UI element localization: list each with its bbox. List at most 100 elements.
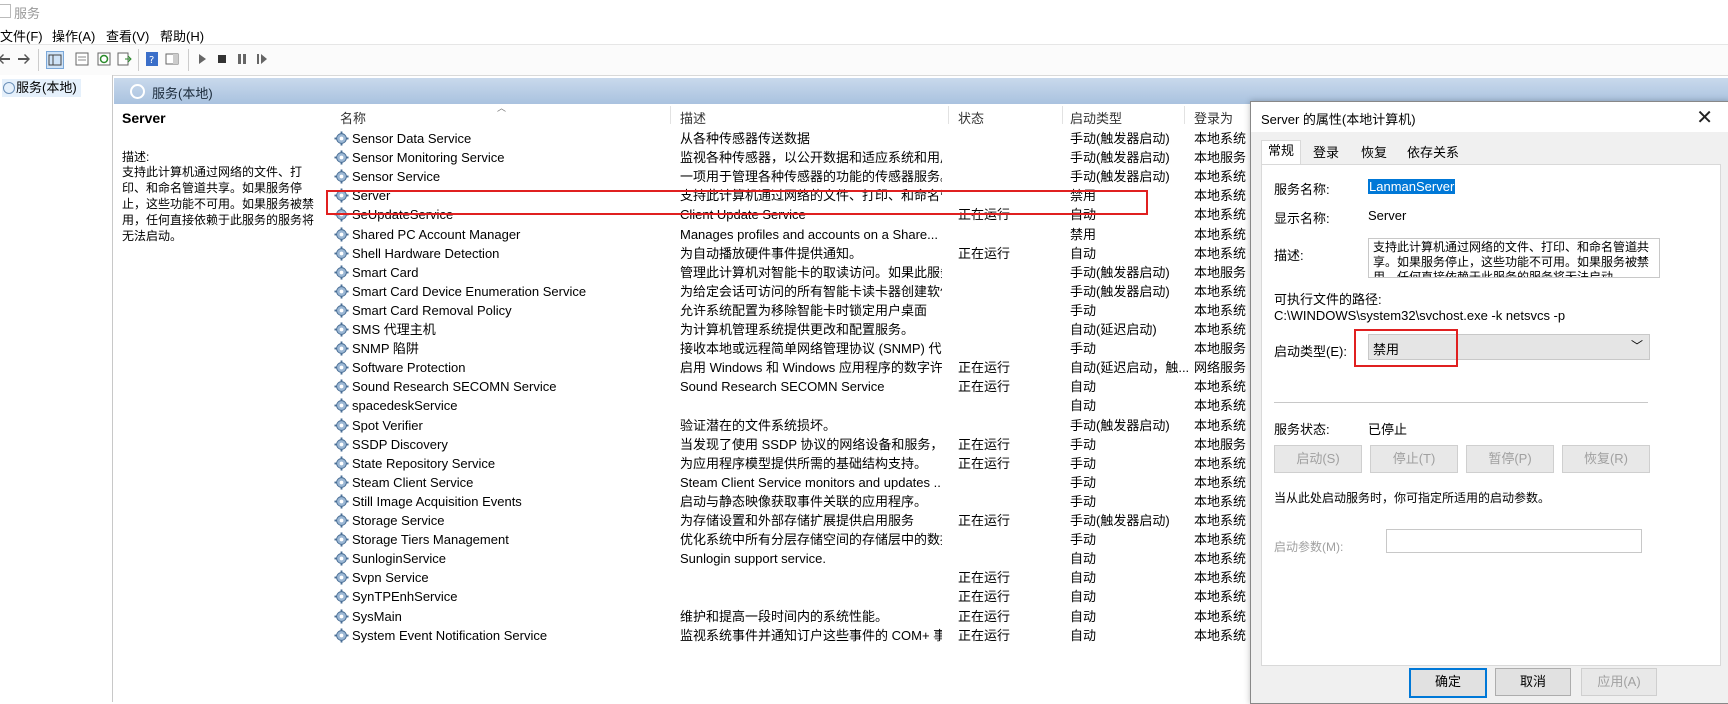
service-description-cell: 从各种传感器传送数据 <box>680 131 811 146</box>
description-label: 描述: <box>1274 248 1304 263</box>
help-icon[interactable]: ? <box>144 51 160 67</box>
service-status-label: 服务状态: <box>1274 422 1330 437</box>
tab-general[interactable]: 常规 <box>1261 140 1302 165</box>
service-logon-cell: 本地系统 <box>1194 207 1247 223</box>
column-divider[interactable] <box>1062 106 1063 124</box>
service-name-cell: Smart Card Device Enumeration Service <box>352 283 587 299</box>
cancel-button[interactable]: 取消 <box>1495 668 1571 696</box>
service-logon-cell: 本地系统 <box>1194 417 1247 433</box>
column-description[interactable]: 描述 <box>680 108 706 127</box>
column-divider[interactable] <box>1184 106 1185 124</box>
resume-button[interactable]: 恢复(R) <box>1562 445 1650 473</box>
column-divider[interactable] <box>670 106 671 124</box>
toolbar-separator <box>38 49 39 71</box>
menu-bar: 文件(F) 操作(A) 查看(V) 帮助(H) <box>0 22 1728 44</box>
service-logon-cell: 本地系统 <box>1194 551 1247 567</box>
column-name[interactable]: 名称 <box>340 108 366 127</box>
service-startup-cell: 自动 <box>1070 379 1097 395</box>
service-name-cell: Storage Tiers Management <box>352 532 509 548</box>
refresh-icon[interactable] <box>96 51 112 67</box>
show-hide-action-pane-icon[interactable] <box>164 51 180 67</box>
service-logon-cell: 本地系统 <box>1194 398 1247 414</box>
description-scroll-arrows-icon[interactable]: ︿ ﹀ <box>1634 239 1646 275</box>
service-description-cell: Sunlogin support service. <box>680 551 826 567</box>
stop-button[interactable]: 停止(T) <box>1370 445 1458 473</box>
service-startup-cell: 禁用 <box>1070 226 1097 242</box>
window-title: 服务 <box>14 6 41 21</box>
pause-button[interactable]: 暂停(P) <box>1466 445 1554 473</box>
service-name-cell: Sensor Data Service <box>352 131 472 146</box>
service-name-cell: Software Protection <box>352 360 466 376</box>
properties-sheet-icon[interactable] <box>74 51 90 67</box>
service-description-cell: 为计算机管理系统提供更改和配置服务。 <box>680 322 915 337</box>
service-name-cell: Svpn Service <box>352 570 429 586</box>
start-service-icon[interactable] <box>194 51 210 67</box>
service-name-cell: SysMain <box>352 608 402 624</box>
service-gear-icon <box>334 284 349 299</box>
service-logon-cell: 本地系统 <box>1194 589 1247 605</box>
tab-logon[interactable]: 登录 <box>1307 143 1345 163</box>
tab-dependencies[interactable]: 依存关系 <box>1401 143 1465 163</box>
service-logon-cell: 本地系统 <box>1194 302 1247 318</box>
service-name-cell: Still Image Acquisition Events <box>352 493 522 509</box>
column-status[interactable]: 状态 <box>958 108 984 127</box>
chevron-down-icon: ﹀ <box>1630 339 1643 353</box>
service-gear-icon <box>334 570 349 585</box>
service-gear-icon <box>334 437 349 452</box>
service-description-cell: 监视系统事件并通知订户这些事件的 COM+ 事... <box>680 627 942 643</box>
service-status-cell: 正在运行 <box>958 570 1011 586</box>
service-gear-icon <box>334 169 349 184</box>
forward-arrow-icon[interactable] <box>16 51 32 67</box>
server-row-highlight <box>326 190 1148 215</box>
service-logon-cell: 本地系统 <box>1194 532 1247 548</box>
svg-text:?: ? <box>149 55 154 66</box>
column-divider[interactable] <box>948 106 949 124</box>
service-logon-cell: 本地系统 <box>1194 322 1247 337</box>
export-list-icon[interactable] <box>116 51 132 67</box>
description-textbox[interactable]: 支持此计算机通过网络的文件、打印、和命名管道共享。如果服务停止，这些功能不可用。… <box>1368 238 1660 278</box>
service-name-cell: SunloginService <box>352 551 446 567</box>
service-gear-icon <box>334 551 349 566</box>
service-name-cell: Spot Verifier <box>352 417 423 433</box>
service-status-cell: 正在运行 <box>958 379 1011 395</box>
close-icon[interactable]: ✕ <box>1696 105 1713 130</box>
column-startup-type[interactable]: 启动类型 <box>1070 108 1122 127</box>
service-name-cell: spacedeskService <box>352 398 458 414</box>
menu-file[interactable]: 文件(F) <box>0 26 43 45</box>
column-logon-as[interactable]: 登录为 <box>1194 108 1233 127</box>
tab-recovery[interactable]: 恢复 <box>1355 143 1393 163</box>
console-tree-icon[interactable] <box>46 51 64 69</box>
service-name-value[interactable]: LanmanServer <box>1368 179 1456 194</box>
service-startup-cell: 手动(触发器启动) <box>1070 150 1170 166</box>
menu-help[interactable]: 帮助(H) <box>160 26 204 45</box>
back-arrow-icon[interactable] <box>0 51 12 67</box>
service-logon-cell: 网络服务 <box>1194 360 1247 376</box>
ok-button[interactable]: 确定 <box>1409 668 1487 698</box>
service-logon-cell: 本地系统 <box>1194 169 1247 185</box>
menu-action[interactable]: 操作(A) <box>52 26 95 45</box>
start-button[interactable]: 启动(S) <box>1274 445 1362 473</box>
display-name-value[interactable]: Server <box>1368 208 1406 223</box>
tree-item-services-local[interactable]: 服务(本地) <box>2 79 81 97</box>
console-tree: 服务(本地) <box>0 75 113 702</box>
apply-button[interactable]: 应用(A) <box>1581 668 1657 696</box>
executable-path-label: 可执行文件的路径: <box>1274 292 1382 307</box>
dialog-title-bar: Server 的属性(本地计算机) ✕ <box>1251 102 1728 132</box>
toolbar-separator <box>188 49 189 71</box>
service-gear-icon <box>334 532 349 547</box>
startup-type-highlight <box>1354 329 1458 367</box>
service-gear-icon <box>334 322 349 337</box>
service-description-cell: 一项用于管理各种传感器的功能的传感器服务。... <box>680 169 942 185</box>
general-tab-panel: 服务名称: LanmanServer 显示名称: Server 描述: 支持此计… <box>1261 164 1721 666</box>
menu-view[interactable]: 查看(V) <box>106 26 149 45</box>
pause-service-icon[interactable] <box>234 51 250 67</box>
start-parameters-input[interactable] <box>1386 529 1642 553</box>
stop-service-icon[interactable] <box>214 51 230 67</box>
service-startup-cell: 自动 <box>1070 551 1097 567</box>
service-status-cell: 正在运行 <box>958 589 1011 605</box>
restart-service-icon[interactable] <box>254 51 270 67</box>
executable-path-value[interactable]: C:\WINDOWS\system32\svchost.exe -k netsv… <box>1274 308 1565 323</box>
service-status-cell: 正在运行 <box>958 513 1011 528</box>
service-status-cell: 正在运行 <box>958 455 1011 471</box>
service-name-cell: SNMP 陷阱 <box>352 341 419 357</box>
